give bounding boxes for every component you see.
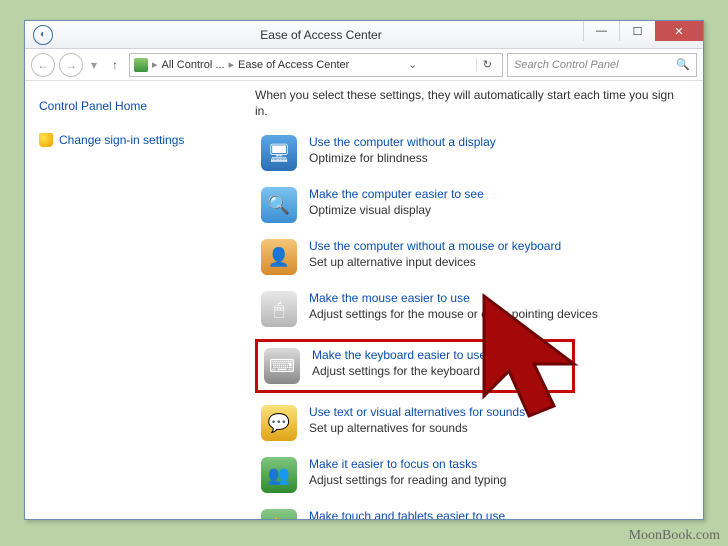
chevron-icon[interactable]: ▸ xyxy=(152,58,158,71)
minimize-button[interactable]: — xyxy=(583,21,619,41)
item-link[interactable]: Use the computer without a display xyxy=(309,135,496,149)
back-button[interactable]: ← xyxy=(31,53,55,77)
chevron-icon[interactable]: ▸ xyxy=(229,58,235,71)
close-button[interactable]: ✕ xyxy=(655,21,703,41)
item-text: Use the computer without a mouse or keyb… xyxy=(309,239,561,269)
item-sound-alternatives[interactable]: 💬 Use text or visual alternatives for so… xyxy=(255,401,685,445)
item-mouse-easier[interactable]: 🖱 Make the mouse easier to use Adjust se… xyxy=(255,287,685,331)
item-link[interactable]: Make the mouse easier to use xyxy=(309,291,598,305)
item-text: Use text or visual alternatives for soun… xyxy=(309,405,525,435)
intro-text: When you select these settings, they wil… xyxy=(255,87,685,119)
sidebar-label: Control Panel Home xyxy=(39,99,147,113)
window-controls: — ☐ ✕ xyxy=(583,21,703,48)
item-text: Make the mouse easier to use Adjust sett… xyxy=(309,291,598,321)
item-link[interactable]: Make the computer easier to see xyxy=(309,187,484,201)
item-link[interactable]: Make touch and tablets easier to use xyxy=(309,509,505,519)
refresh-button[interactable]: ↻ xyxy=(476,58,498,71)
watermark: MoonBook.com xyxy=(629,528,720,544)
item-desc: Optimize visual display xyxy=(309,203,484,217)
keyboard-icon: ⌨ xyxy=(264,348,300,384)
item-keyboard-easier[interactable]: ⌨ Make the keyboard easier to use Adjust… xyxy=(255,339,575,393)
address-bar[interactable]: ▸ All Control ... ▸ Ease of Access Cente… xyxy=(129,53,503,77)
item-link[interactable]: Make the keyboard easier to use xyxy=(312,348,486,362)
maximize-button[interactable]: ☐ xyxy=(619,21,655,41)
item-desc: Set up alternative input devices xyxy=(309,255,561,269)
sidebar-label: Change sign-in settings xyxy=(59,133,184,147)
item-use-without-display[interactable]: 🖥 Use the computer without a display Opt… xyxy=(255,131,685,175)
breadcrumb-seg-1[interactable]: All Control ... xyxy=(162,59,225,71)
person-icon: 👤 xyxy=(261,239,297,275)
search-input[interactable]: Search Control Panel 🔍 xyxy=(507,53,697,77)
titlebar[interactable]: ◐ Ease of Access Center — ☐ ✕ xyxy=(25,21,703,49)
change-signin-settings-link[interactable]: Change sign-in settings xyxy=(39,133,241,147)
item-link[interactable]: Use text or visual alternatives for soun… xyxy=(309,405,525,419)
recent-dropdown[interactable]: ▾ xyxy=(87,53,101,77)
item-focus-tasks[interactable]: 👥 Make it easier to focus on tasks Adjus… xyxy=(255,453,685,497)
item-without-mouse-keyboard[interactable]: 👤 Use the computer without a mouse or ke… xyxy=(255,235,685,279)
item-text: Make the keyboard easier to use Adjust s… xyxy=(312,348,486,378)
item-link[interactable]: Make it easier to focus on tasks xyxy=(309,457,506,471)
window-frame: ◐ Ease of Access Center — ☐ ✕ ← → ▾ ↑ ▸ … xyxy=(24,20,704,520)
item-desc: Adjust settings for the keyboard xyxy=(312,364,486,378)
hand-tablet-icon: 👆 xyxy=(261,509,297,519)
item-desc: Adjust settings for the mouse or other p… xyxy=(309,307,598,321)
window-title: Ease of Access Center xyxy=(59,28,583,42)
settings-list: 🖥 Use the computer without a display Opt… xyxy=(255,131,685,519)
main-panel: When you select these settings, they wil… xyxy=(255,81,703,519)
item-text: Make it easier to focus on tasks Adjust … xyxy=(309,457,506,487)
breadcrumb-seg-2[interactable]: Ease of Access Center xyxy=(238,59,349,71)
speech-bubble-icon: 💬 xyxy=(261,405,297,441)
item-desc: Set up alternatives for sounds xyxy=(309,421,525,435)
shield-icon xyxy=(39,133,53,147)
item-easier-to-see[interactable]: 🔍 Make the computer easier to see Optimi… xyxy=(255,183,685,227)
content-area: Control Panel Home Change sign-in settin… xyxy=(25,81,703,519)
search-icon[interactable]: 🔍 xyxy=(676,58,690,71)
forward-button[interactable]: → xyxy=(59,53,83,77)
app-icon: ◐ xyxy=(33,25,53,45)
item-link[interactable]: Use the computer without a mouse or keyb… xyxy=(309,239,561,253)
item-touch-tablets[interactable]: 👆 Make touch and tablets easier to use A… xyxy=(255,505,685,519)
monitor-icon: 🖥 xyxy=(261,135,297,171)
item-desc: Optimize for blindness xyxy=(309,151,496,165)
control-panel-home-link[interactable]: Control Panel Home xyxy=(39,99,241,113)
item-text: Make touch and tablets easier to use Adj… xyxy=(309,509,505,519)
people-icon: 👥 xyxy=(261,457,297,493)
sidebar: Control Panel Home Change sign-in settin… xyxy=(25,81,255,519)
item-text: Use the computer without a display Optim… xyxy=(309,135,496,165)
nav-toolbar: ← → ▾ ↑ ▸ All Control ... ▸ Ease of Acce… xyxy=(25,49,703,81)
mouse-icon: 🖱 xyxy=(261,291,297,327)
item-desc: Adjust settings for reading and typing xyxy=(309,473,506,487)
up-button[interactable]: ↑ xyxy=(105,55,125,75)
item-text: Make the computer easier to see Optimize… xyxy=(309,187,484,217)
control-panel-icon xyxy=(134,58,148,72)
magnifier-icon: 🔍 xyxy=(261,187,297,223)
address-dropdown-icon[interactable]: ⌄ xyxy=(404,58,421,71)
search-placeholder: Search Control Panel xyxy=(514,59,619,71)
